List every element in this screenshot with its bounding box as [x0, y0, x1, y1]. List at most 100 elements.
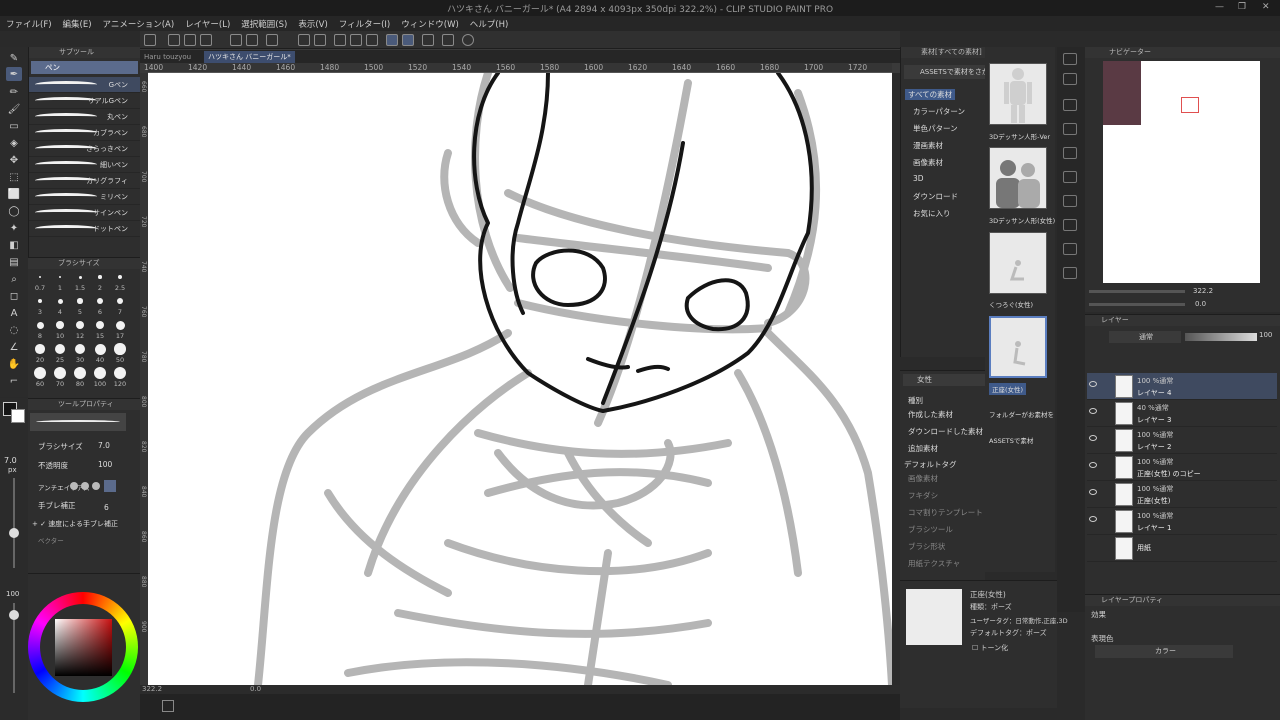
snap-ruler-icon[interactable]: [386, 34, 398, 46]
material-tree-item[interactable]: お気に入り: [913, 208, 951, 219]
material-thumb-3[interactable]: [989, 232, 1047, 294]
grid-icon[interactable]: [422, 34, 434, 46]
clear-icon[interactable]: [334, 34, 346, 46]
menu-filter[interactable]: フィルター(I): [339, 18, 390, 30]
brush-size-dot[interactable]: [74, 367, 86, 379]
visibility-eye-icon[interactable]: [1089, 462, 1097, 468]
sub-color-swatch[interactable]: [11, 409, 25, 423]
brush-tool-icon[interactable]: 🖌: [6, 102, 22, 116]
menu-icon[interactable]: [144, 34, 156, 46]
brush-size-dot[interactable]: [39, 276, 41, 278]
undo-icon[interactable]: [230, 34, 242, 46]
tag-type-item[interactable]: ダウンロードした素材: [908, 426, 983, 437]
text-tool-icon[interactable]: A: [6, 306, 22, 320]
navigator-angle[interactable]: 0.0: [1195, 300, 1206, 308]
material-thumb-4-selected[interactable]: [989, 316, 1047, 378]
antialias-weak[interactable]: [81, 482, 89, 490]
brush-size-dot[interactable]: [114, 367, 126, 379]
auto-select-tool-icon[interactable]: ✦: [6, 221, 22, 235]
default-tag-item[interactable]: ブラシツール: [908, 524, 953, 535]
tag-type-item[interactable]: 作成した素材: [908, 409, 953, 420]
transform-icon[interactable]: [314, 34, 326, 46]
panel-icon-6[interactable]: [1063, 171, 1077, 183]
search-icon[interactable]: [1063, 53, 1077, 65]
brush-size-dot[interactable]: [97, 298, 103, 304]
speed-stabilize-checkbox[interactable]: + ✓ 速度による手ブレ補正: [32, 519, 118, 529]
default-tag-item[interactable]: 画像素材: [908, 473, 938, 484]
balloon-tool-icon[interactable]: ◌: [6, 323, 22, 337]
brush-item[interactable]: Gペン: [29, 77, 140, 93]
brush-size-dot[interactable]: [98, 275, 102, 279]
panel-icon-8[interactable]: [1063, 219, 1077, 231]
menu-selection[interactable]: 選択範囲(S): [241, 18, 287, 30]
navigator-zoom[interactable]: 322.2: [1193, 287, 1213, 295]
brush-size-dot[interactable]: [118, 275, 122, 279]
gradient-tool-icon[interactable]: ▤: [6, 255, 22, 269]
opacity-slider-handle[interactable]: [9, 610, 19, 620]
brush-size-dot[interactable]: [58, 275, 62, 279]
visibility-eye-icon[interactable]: [1089, 489, 1097, 495]
panel-icon-7[interactable]: [1063, 195, 1077, 207]
brush-item[interactable]: ミリペン: [29, 189, 140, 205]
visibility-eye-icon[interactable]: [1089, 435, 1097, 441]
brush-size-dot[interactable]: [77, 298, 83, 304]
fill-icon[interactable]: [298, 34, 310, 46]
panel-icon-5[interactable]: [1063, 147, 1077, 159]
redo-icon[interactable]: [246, 34, 258, 46]
material-thumb-2[interactable]: [989, 147, 1047, 209]
brush-size-dot[interactable]: [74, 343, 86, 355]
blend-tool-icon[interactable]: ◈: [6, 136, 22, 150]
menu-file[interactable]: ファイル(F): [6, 18, 52, 30]
brush-size-dot[interactable]: [54, 367, 66, 379]
lasso-tool-icon[interactable]: ◯: [6, 204, 22, 218]
tab-bunny-girl[interactable]: ハツキさん バニーガール*: [204, 51, 295, 63]
brush-size-dot[interactable]: [55, 344, 65, 354]
menu-layer[interactable]: レイヤー(L): [185, 18, 230, 30]
layer-row[interactable]: 100 %通常 正座(女性) のコピー: [1087, 454, 1277, 481]
save-icon[interactable]: [200, 34, 212, 46]
brush-item[interactable]: リアルGペン: [29, 93, 140, 109]
menu-animation[interactable]: アニメーション(A): [103, 18, 175, 30]
tone-checkbox[interactable]: ☐ トーン化: [972, 643, 1008, 653]
drawing-canvas[interactable]: [148, 73, 892, 685]
default-tag-item[interactable]: ブラシ形状: [908, 541, 945, 552]
antialias-none[interactable]: [70, 482, 78, 490]
crop-icon[interactable]: [366, 34, 378, 46]
brush-item[interactable]: 丸ペン: [29, 109, 140, 125]
brush-size-value[interactable]: 7.0: [98, 441, 110, 450]
layer-row[interactable]: 100 %通常 正座(女性): [1087, 481, 1277, 508]
material-tree-item[interactable]: 漫画素材: [913, 140, 943, 151]
layer-row[interactable]: 100 %通常 レイヤー 2: [1087, 427, 1277, 454]
size-slider-handle[interactable]: [9, 528, 19, 538]
phone-icon[interactable]: [442, 34, 454, 46]
blend-mode-select[interactable]: 通常: [1109, 331, 1181, 343]
tag-search-field[interactable]: 女性: [903, 374, 985, 386]
menu-help[interactable]: ヘルプ(H): [470, 18, 509, 30]
brush-item[interactable]: カリグラフィ: [29, 173, 140, 189]
menu-edit[interactable]: 編集(E): [63, 18, 92, 30]
brush-size-dot[interactable]: [78, 275, 82, 279]
deselect-icon[interactable]: [350, 34, 362, 46]
layer-row[interactable]: 用紙: [1087, 535, 1277, 562]
brush-size-dot[interactable]: [94, 367, 106, 379]
panel-icon-10[interactable]: [1063, 267, 1077, 279]
transform-tool-icon[interactable]: ⬚: [6, 170, 22, 184]
material-tree-item[interactable]: すべての素材: [905, 89, 956, 100]
default-tag-item[interactable]: 用紙テクスチャ: [908, 558, 960, 569]
material-thumb-1[interactable]: [989, 63, 1047, 125]
panel-icon-9[interactable]: [1063, 243, 1077, 255]
navigator-viewport-frame[interactable]: [1181, 97, 1199, 113]
new-icon[interactable]: [168, 34, 180, 46]
brush-size-dot[interactable]: [56, 321, 64, 329]
visibility-eye-icon[interactable]: [1089, 408, 1097, 414]
assets-link[interactable]: ASSETSで素材: [989, 435, 1033, 445]
antialias-strong[interactable]: [104, 480, 116, 492]
minimize-icon[interactable]: —: [1215, 2, 1224, 12]
brush-size-dot[interactable]: [95, 320, 105, 330]
menu-window[interactable]: ウィンドウ(W): [401, 18, 459, 30]
pencil-tool-icon[interactable]: ✏: [6, 85, 22, 99]
brush-size-dot[interactable]: [57, 298, 63, 304]
brush-item[interactable]: サインペン: [29, 205, 140, 221]
tab-haru-touzyou[interactable]: Haru touzyou: [140, 51, 195, 63]
material-tree-item[interactable]: 単色パターン: [913, 123, 958, 134]
